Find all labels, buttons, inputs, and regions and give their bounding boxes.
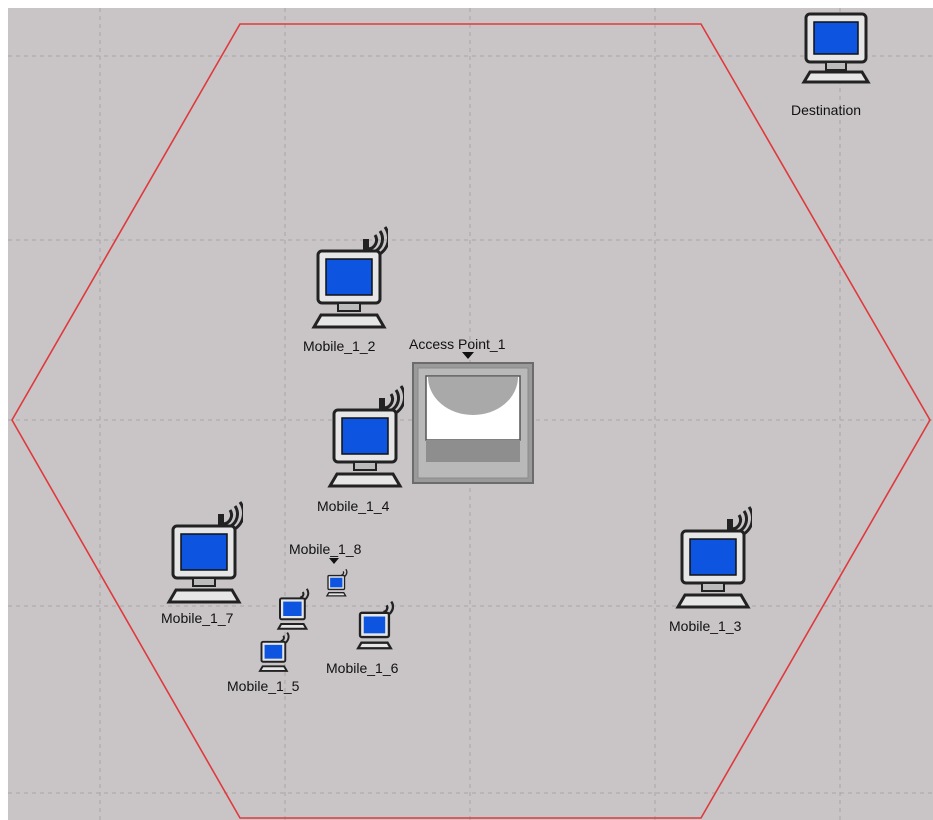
access-point-icon[interactable] bbox=[412, 362, 534, 484]
mobile-1-8-arrow-icon bbox=[329, 558, 339, 564]
mobile-1-7-label: Mobile_1_7 bbox=[161, 610, 234, 626]
mobile-1-8-workstation-icon[interactable] bbox=[324, 566, 348, 598]
mobile-1-4-workstation-icon[interactable] bbox=[324, 374, 404, 494]
small-workstation-icon[interactable] bbox=[274, 584, 310, 632]
destination-label: Destination bbox=[791, 102, 862, 118]
destination-workstation-icon[interactable] bbox=[798, 10, 878, 90]
mobile-1-3-workstation-icon[interactable] bbox=[672, 495, 752, 615]
mobile-1-3-label: Mobile_1_3 bbox=[669, 618, 742, 634]
mobile-1-5-label: Mobile_1_5 bbox=[227, 678, 300, 694]
access-point-1-label: Access Point_1 bbox=[409, 336, 506, 352]
mobile-1-8-label: Mobile_1_8 bbox=[289, 541, 362, 557]
mobile-1-2-workstation-icon[interactable] bbox=[308, 215, 388, 335]
network-canvas[interactable]: Destination Mobile_1_2 Access Point_1 Mo… bbox=[8, 8, 933, 820]
mobile-1-5-workstation-icon[interactable] bbox=[256, 628, 290, 674]
access-point-arrow-icon bbox=[462, 352, 474, 359]
mobile-1-6-label: Mobile_1_6 bbox=[326, 660, 399, 676]
mobile-1-4-label: Mobile_1_4 bbox=[317, 498, 390, 514]
mobile-1-7-workstation-icon[interactable] bbox=[163, 490, 243, 610]
mobile-1-6-workstation-icon[interactable] bbox=[354, 596, 394, 652]
mobile-1-2-label: Mobile_1_2 bbox=[303, 338, 376, 354]
